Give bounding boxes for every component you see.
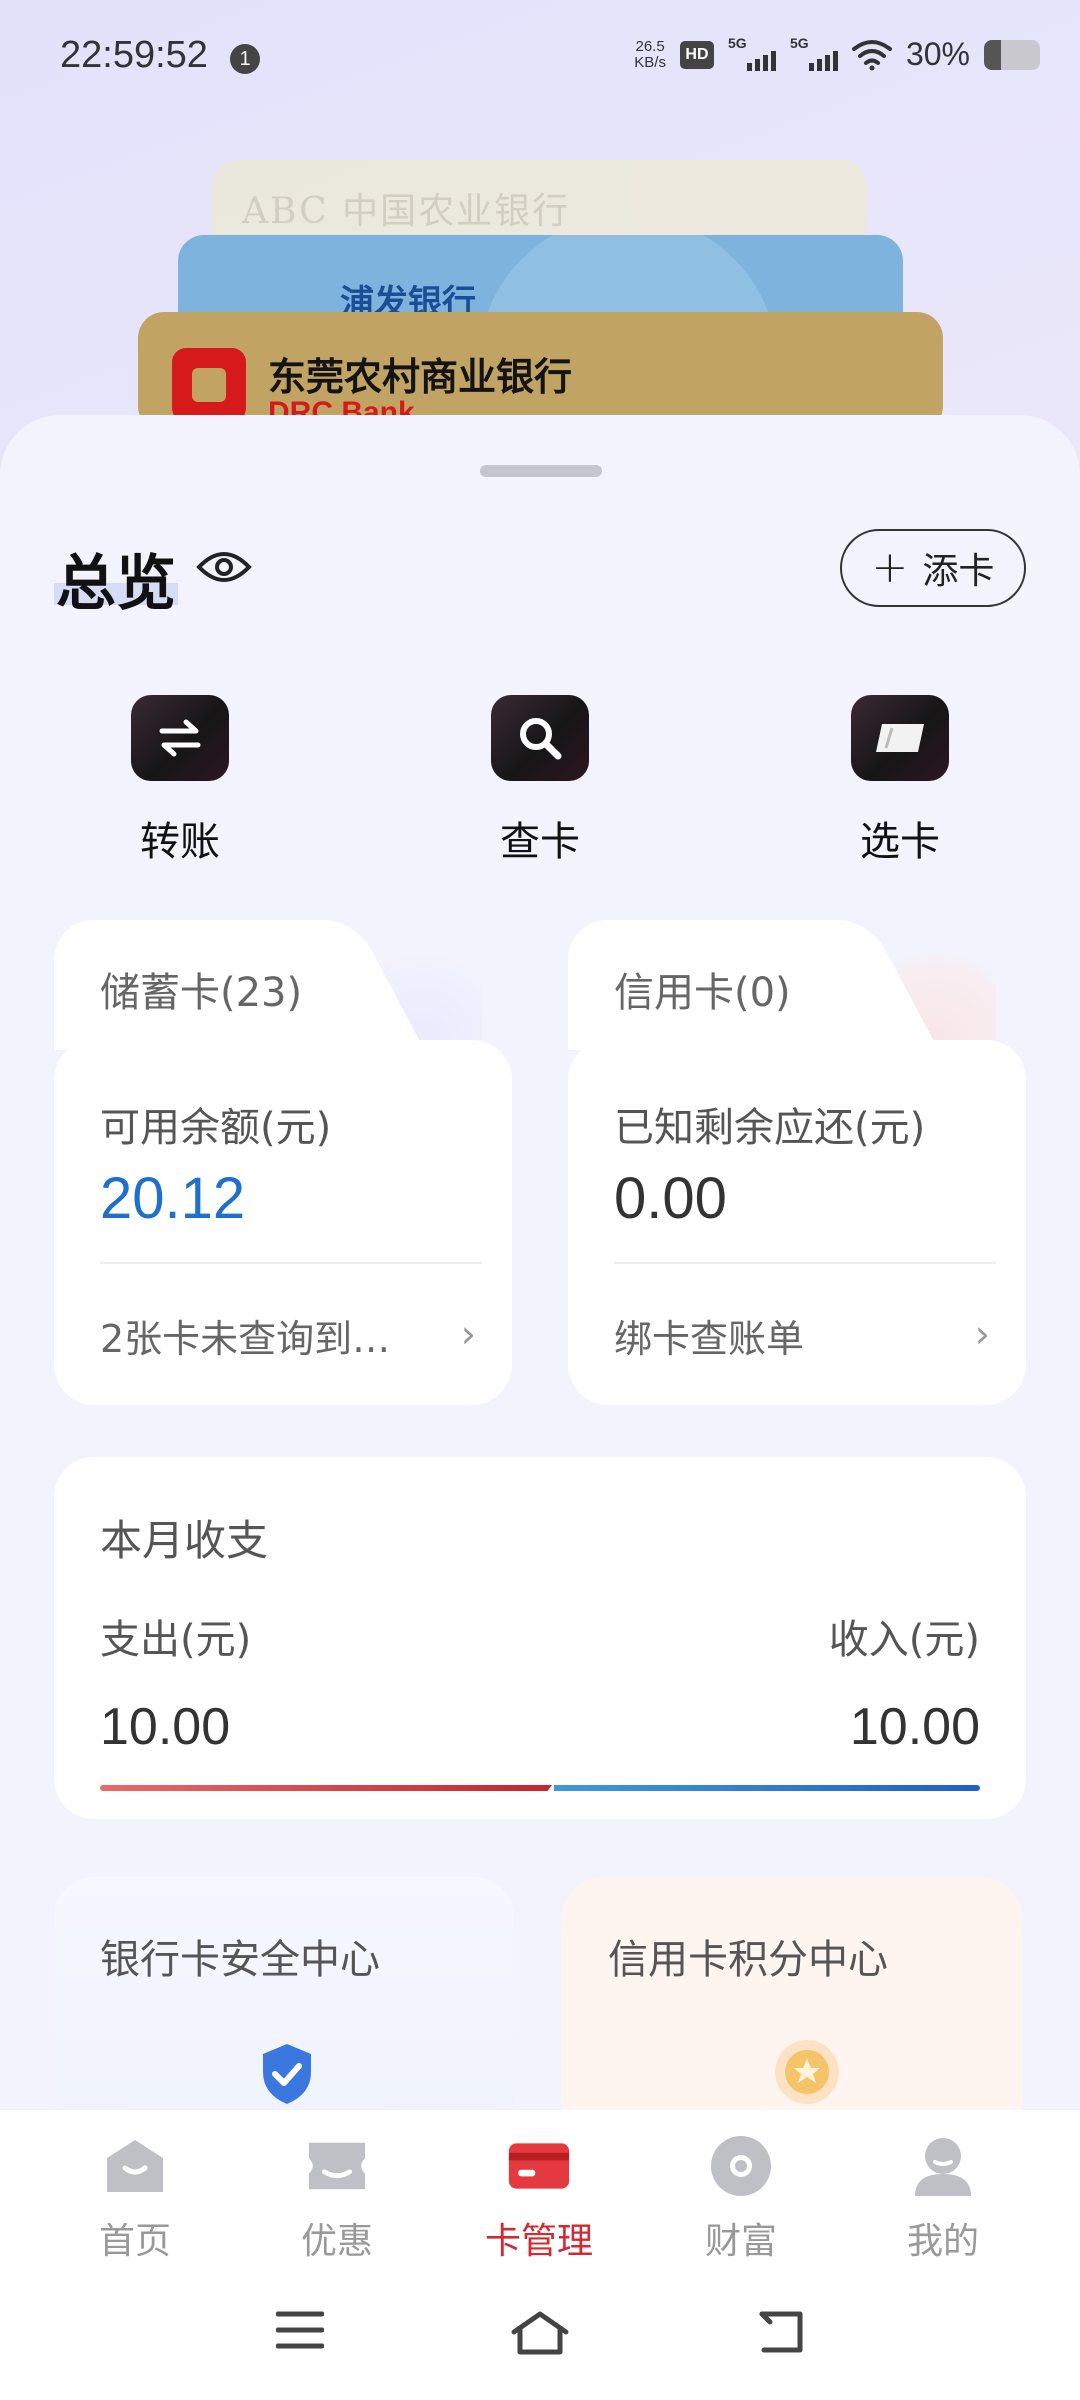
battery-icon (984, 39, 1040, 70)
signal-icon: 5G (790, 35, 838, 71)
income-value: 10.00 (849, 1698, 980, 1756)
nav-label: 我的 (906, 2221, 979, 2262)
status-icons: 26.5 KB/s HD 5G 5G 30% (634, 35, 1040, 73)
credit-card-summary[interactable]: 信用卡(0) 已知剩余应还(元) 0.00 绑卡查账单 › (568, 920, 1026, 1405)
star-coin-icon (772, 2037, 842, 2111)
nav-label: 卡管理 (484, 2221, 593, 2262)
shield-icon (259, 2042, 315, 2110)
transfer-icon (131, 695, 229, 781)
signal-icon: 5G (728, 35, 776, 71)
network-speed: 26.5 KB/s (634, 37, 666, 71)
quick-action-label: 转账 (140, 819, 220, 865)
nav-offers[interactable]: 优惠 (262, 2134, 412, 2264)
security-center-title: 银行卡安全中心 (100, 1937, 380, 1983)
eye-icon[interactable] (196, 547, 252, 591)
nav-profile[interactable]: 我的 (868, 2134, 1018, 2264)
wifi-icon (851, 39, 892, 71)
remaining-due-label: 已知剩余应还(元) (614, 1105, 926, 1151)
back-icon[interactable] (756, 2310, 806, 2360)
profile-icon (911, 2134, 975, 2198)
debit-card-title: 储蓄卡(23) (100, 970, 303, 1016)
bank-card-drc[interactable]: 东莞农村商业银行 DRC Bank (138, 312, 943, 432)
overview-title: 总览 (56, 549, 176, 619)
expense-value: 10.00 (100, 1698, 231, 1756)
unqueried-cards-link[interactable]: 2张卡未查询到… (100, 1308, 390, 1363)
nav-label: 财富 (704, 2221, 777, 2262)
menu-icon[interactable] (275, 2310, 325, 2354)
divider (100, 1262, 482, 1264)
choose-card-button[interactable]: 选卡 (800, 695, 1000, 867)
bank-card-name: 东莞农村商业银行 (268, 355, 573, 399)
ticket-icon (305, 2134, 369, 2198)
debit-card-summary[interactable]: 储蓄卡(23) 可用余额(元) 20.12 2张卡未查询到… › (54, 920, 512, 1405)
remaining-due-value: 0.00 (614, 1166, 727, 1231)
bind-card-bill-link[interactable]: 绑卡查账单 (614, 1308, 804, 1363)
chevron-right-icon: › (974, 1312, 990, 1356)
monthly-income-expense-card[interactable]: 本月收支 支出(元) 收入(元) 10.00 10.00 (54, 1457, 1026, 1819)
card-management-sheet: 总览 + 添卡 转账 查卡 选卡 储蓄卡(23) 可用余额(元) 20.12 2… (0, 415, 1080, 2177)
expense-label: 支出(元) (100, 1617, 252, 1663)
divider (614, 1262, 996, 1264)
search-icon (491, 695, 589, 781)
wealth-icon (709, 2134, 773, 2198)
add-card-label: 添卡 (922, 551, 995, 592)
card-icon (851, 695, 949, 781)
add-card-button[interactable]: + 添卡 (840, 529, 1026, 607)
nav-label: 首页 (98, 2221, 171, 2262)
income-bar (554, 1785, 980, 1791)
quick-actions: 转账 查卡 选卡 (0, 695, 1080, 875)
home-button-icon[interactable] (510, 2310, 570, 2360)
bottom-nav: 首页 优惠 卡管理 财富 我的 (0, 2110, 1080, 2270)
income-label: 收入(元) (828, 1617, 980, 1663)
available-balance-value: 20.12 (100, 1166, 246, 1231)
system-navigation-bar (0, 2270, 1080, 2400)
check-card-button[interactable]: 查卡 (440, 695, 640, 867)
drc-bank-logo (172, 348, 246, 422)
available-balance-label: 可用余额(元) (100, 1105, 332, 1151)
status-bar: 22:59:52 1 26.5 KB/s HD 5G 5G 30% (0, 0, 1080, 115)
plus-icon: + (871, 542, 909, 593)
chevron-right-icon: › (460, 1312, 476, 1356)
nav-wealth[interactable]: 财富 (666, 2134, 816, 2264)
quick-action-label: 选卡 (860, 819, 940, 865)
points-center-title: 信用卡积分中心 (608, 1937, 888, 1983)
card-manage-icon (507, 2134, 571, 2198)
notification-count-badge: 1 (230, 44, 260, 74)
status-time: 22:59:52 (60, 34, 208, 76)
hd-voice-icon: HD (679, 40, 714, 69)
monthly-title: 本月收支 (100, 1516, 269, 1565)
nav-card-management[interactable]: 卡管理 (464, 2134, 614, 2264)
transfer-button[interactable]: 转账 (80, 695, 280, 867)
battery-percent: 30% (905, 36, 970, 72)
quick-action-label: 查卡 (500, 819, 580, 865)
drag-handle[interactable] (480, 465, 602, 477)
nav-label: 优惠 (300, 2221, 373, 2262)
credit-card-title: 信用卡(0) (614, 970, 791, 1016)
bank-card-name: ABC 中国农业银行 (242, 191, 571, 232)
expense-bar (100, 1785, 552, 1791)
nav-home[interactable]: 首页 (60, 2134, 210, 2264)
home-icon (103, 2134, 167, 2198)
